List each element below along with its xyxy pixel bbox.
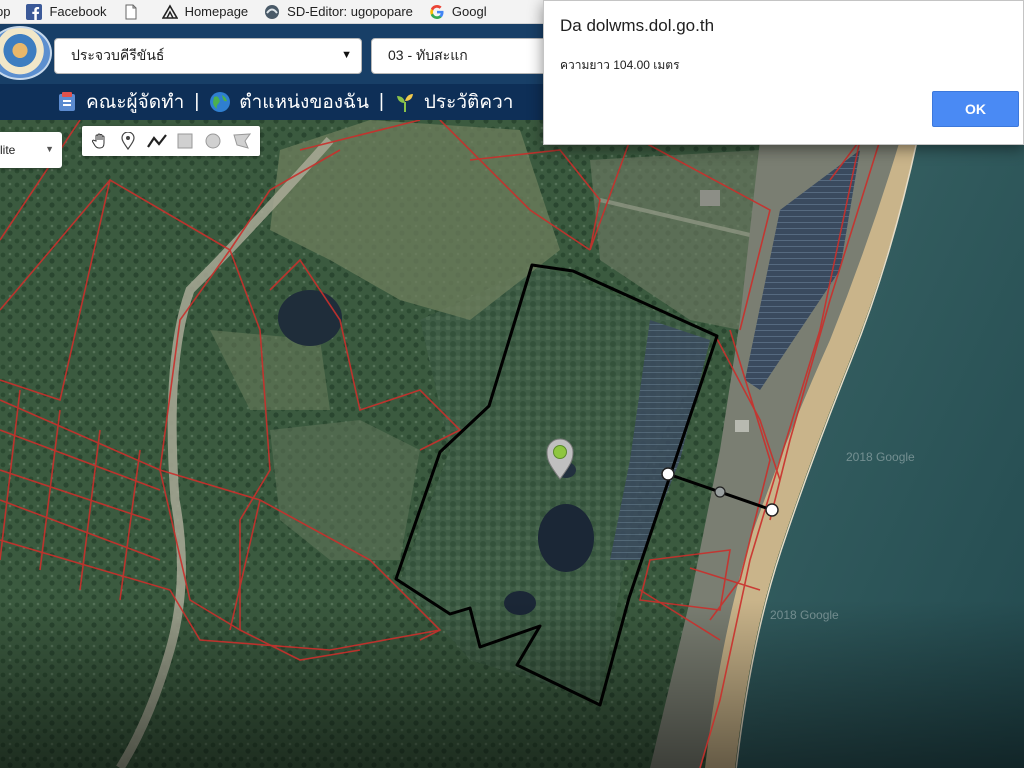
google-icon [430,4,444,19]
alert-dialog: Da dolwms.dol.go.th ความยาว 104.00 เมตร … [543,0,1024,145]
globe-icon [210,92,231,112]
bookmark-apps[interactable]: pp [0,0,11,23]
map-watermark: 2018 Google [846,450,915,464]
nav-item-history-label: ประวัติควา [423,92,514,113]
dialog-title: Da dolwms.dol.go.th [560,16,715,35]
dialog-message: ความยาว 104.00 เมตร [560,58,680,72]
map-watermark: 2018 Google [770,608,839,622]
province-select[interactable]: ประจวบคีรีขันธ์ ▼ [54,38,362,74]
measure-start-handle[interactable] [661,467,675,481]
nav-separator: | [378,91,384,112]
facebook-icon [26,3,43,20]
bookmark-apps-label: pp [0,4,11,19]
sprout-icon [396,94,413,112]
bookmark-page[interactable] [123,0,146,23]
map-type-select[interactable]: lite ▼ [0,132,62,168]
nav-item-my-location[interactable]: ตำแหน่งของฉัน [209,87,369,117]
polyline-icon [146,134,167,148]
polyline-tool-button[interactable] [146,130,168,152]
sd-editor-icon [265,4,280,19]
chevron-down-icon: ▼ [341,49,352,61]
nav-item-team-label: คณะผู้จัดทำ [86,92,185,113]
team-icon [59,92,75,111]
hand-icon [92,133,105,149]
map-canvas[interactable] [0,120,1024,768]
satellite-map[interactable]: 2018 Google 2018 Google [0,120,1024,768]
bookmark-google-label: Googl [451,4,487,19]
measure-mid-handle[interactable] [714,486,726,498]
chevron-down-icon: ▼ [45,144,54,154]
polygon-icon [233,133,251,149]
measure-end-handle[interactable] [765,503,779,517]
circle-tool-button[interactable] [202,130,224,152]
nav-item-my-location-label: ตำแหน่งของฉัน [239,92,369,113]
bookmark-facebook[interactable]: Facebook [26,0,107,23]
drawing-toolbar [82,126,260,156]
ok-button[interactable]: OK [932,91,1019,127]
bookmark-google[interactable]: Googl [429,0,487,23]
bookmark-sd-editor-label: SD-Editor: ugopopare [287,4,413,19]
bookmark-homepage-label: Homepage [184,4,249,19]
district-select-value: 03 - ทับสะแก [388,47,468,63]
nav-separator: | [194,91,200,112]
bookmark-sd-editor[interactable]: SD-Editor: ugopopare [264,0,413,23]
marker-tool-button[interactable] [117,130,139,152]
homepage-icon [161,3,178,19]
province-select-value: ประจวบคีรีขันธ์ [71,47,165,63]
pan-tool-button[interactable] [89,130,111,152]
district-select[interactable]: 03 - ทับสะแก [371,38,571,74]
rectangle-icon [177,133,193,149]
marker-icon [121,132,136,150]
map-type-label: lite [0,143,16,157]
page-icon [125,4,137,19]
bookmark-facebook-label: Facebook [49,4,107,19]
department-logo [0,26,52,80]
rectangle-tool-button[interactable] [174,130,196,152]
polygon-tool-button[interactable] [231,130,253,152]
nav-item-history[interactable]: ประวัติควา [394,87,514,117]
bookmark-homepage[interactable]: Homepage [161,0,249,23]
nav-item-team[interactable]: คณะผู้จัดทำ [56,87,184,117]
circle-icon [205,133,221,149]
